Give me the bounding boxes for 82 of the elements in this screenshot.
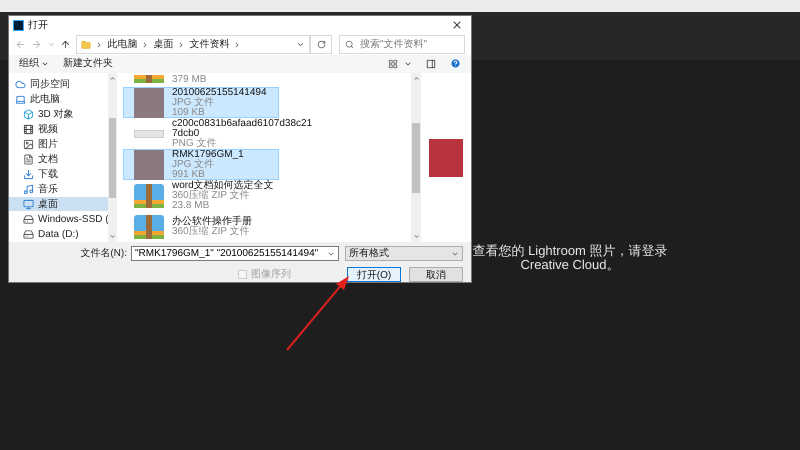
- document-icon: [23, 154, 34, 164]
- image-thumbnail: [134, 130, 164, 138]
- archive-icon: [134, 212, 164, 240]
- sidebar-item[interactable]: 3D 对象: [9, 107, 108, 121]
- file-item[interactable]: 379 MB: [123, 73, 279, 87]
- file-name: c200c0831b6afaad6107d38c217dcb0: [172, 118, 314, 138]
- photo-placeholder: [134, 150, 164, 180]
- file-size: 379 MB: [172, 75, 206, 85]
- file-type: JPG 文件: [172, 98, 214, 108]
- search-field[interactable]: 搜索"文件资料": [339, 35, 465, 54]
- sidebar-item[interactable]: Windows-SSD (: [9, 212, 108, 226]
- drive-icon: [23, 228, 34, 240]
- sidebar-item[interactable]: 音乐: [9, 182, 108, 196]
- monitor-icon: [23, 198, 34, 210]
- view-icon[interactable]: [388, 58, 398, 69]
- up-icon[interactable]: [60, 39, 72, 50]
- laptop-icon: [15, 94, 26, 104]
- new-folder-button[interactable]: 新建文件夹: [63, 56, 113, 72]
- preview-pane-icon[interactable]: [426, 58, 436, 69]
- scroll-up-icon[interactable]: [412, 75, 420, 82]
- file-name: RMK1796GM_1: [172, 150, 244, 160]
- file-name: 20100625155141494: [172, 88, 267, 98]
- scroll-down-icon[interactable]: [412, 233, 420, 240]
- image-icon: [23, 138, 34, 150]
- drive-icon: [23, 214, 34, 224]
- archive-icon: [134, 75, 164, 85]
- sidebar-item[interactable]: Data (D:): [9, 227, 108, 241]
- file-size: 991 KB: [172, 170, 206, 180]
- file-type: PNG 文件: [172, 138, 218, 148]
- scroll-down-icon[interactable]: [109, 233, 116, 240]
- scrollbar[interactable]: [411, 73, 421, 242]
- file-type: JPG 文件: [172, 160, 214, 170]
- file-item[interactable]: c200c0831b6afaad6107d38c217dcb0 PNG 文件: [123, 118, 315, 149]
- sidebar-item[interactable]: 文档: [9, 152, 108, 166]
- checkbox-label: 图像序列: [251, 268, 291, 282]
- sidebar-item[interactable]: 桌面: [9, 197, 108, 211]
- chevron-down-icon[interactable]: [296, 40, 306, 49]
- file-item[interactable]: 20100625155141494 JPG 文件 109 KB: [123, 87, 279, 118]
- breadcrumb[interactable]: 桌面: [153, 37, 174, 52]
- sidebar-item[interactable]: 图片: [9, 137, 108, 151]
- film-icon: [23, 124, 34, 134]
- file-item[interactable]: RMK1796GM_1 JPG 文件 991 KB: [123, 149, 279, 180]
- search-icon: [345, 40, 354, 49]
- organize-button[interactable]: 组织: [19, 56, 49, 72]
- file-type: 360压缩 ZIP 文件: [172, 190, 251, 200]
- refresh-icon: [316, 40, 326, 49]
- filetype-dropdown[interactable]: 所有格式: [345, 246, 463, 261]
- file-name: word文档如何选定全文: [172, 180, 274, 190]
- sidebar-item[interactable]: 视频: [9, 122, 108, 136]
- scrollbar[interactable]: [108, 73, 117, 242]
- help-icon[interactable]: [450, 58, 461, 70]
- cube-icon: [23, 108, 34, 120]
- window-title: 打开: [28, 18, 48, 33]
- folder-icon: [81, 40, 92, 50]
- archive-icon: [134, 182, 164, 210]
- address-bar[interactable]: 此电脑 桌面 文件资料: [76, 35, 310, 54]
- field-label: 文件名(N):: [80, 246, 127, 261]
- filename-field[interactable]: "RMK1796GM_1" "20100625155141494": [131, 246, 339, 261]
- photo-placeholder: [134, 88, 164, 118]
- open-button[interactable]: 打开(O): [347, 267, 401, 282]
- cancel-button[interactable]: 取消: [409, 267, 463, 282]
- file-type: 360压缩 ZIP 文件: [172, 226, 251, 236]
- sidebar-item[interactable]: 同步空间: [9, 77, 108, 91]
- breadcrumb[interactable]: 此电脑: [107, 37, 138, 52]
- photo-placeholder: [429, 138, 463, 176]
- file-size: 23.8 MB: [172, 200, 210, 210]
- file-name: 办公软件操作手册: [172, 216, 252, 226]
- refresh-button[interactable]: [310, 35, 332, 54]
- download-icon: [23, 168, 34, 180]
- login-message: Creative Cloud。: [520, 258, 620, 272]
- close-icon[interactable]: [451, 19, 463, 32]
- file-item[interactable]: 办公软件操作手册 360压缩 ZIP 文件: [123, 211, 279, 242]
- login-message: 查看您的 Lightroom 照片，请登录: [472, 244, 668, 258]
- file-size: 109 KB: [172, 108, 206, 118]
- sidebar-item[interactable]: 此电脑: [9, 92, 108, 106]
- app-icon: [13, 20, 24, 31]
- breadcrumb[interactable]: 文件资料: [189, 37, 230, 52]
- sidebar-item[interactable]: 下载: [9, 167, 108, 181]
- cloud-icon: [15, 78, 26, 90]
- scroll-up-icon[interactable]: [109, 75, 116, 82]
- music-note-icon: [23, 184, 34, 194]
- file-item[interactable]: word文档如何选定全文 360压缩 ZIP 文件 23.8 MB: [123, 180, 279, 211]
